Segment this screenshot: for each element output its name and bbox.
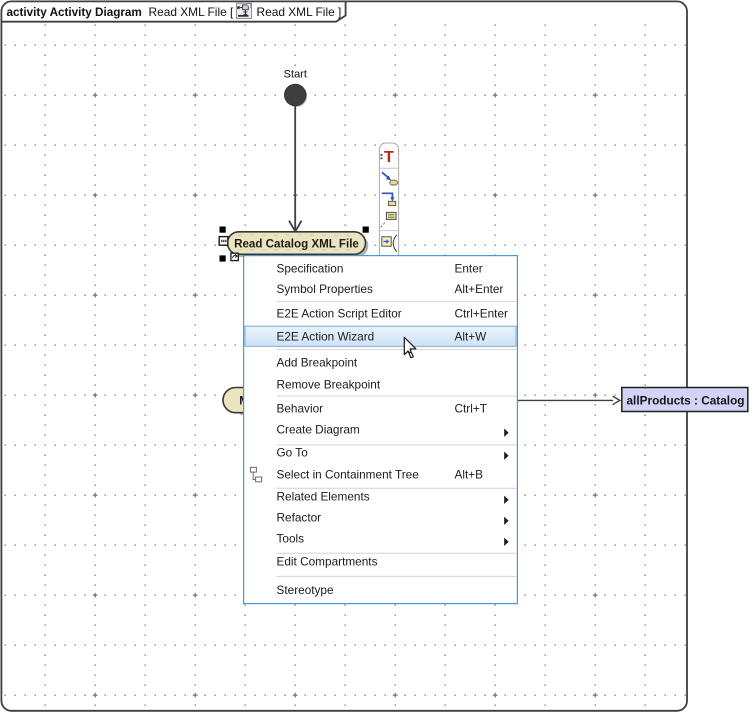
svg-text:Specification: Specification [277, 261, 344, 275]
svg-text:Symbol Properties: Symbol Properties [277, 282, 373, 296]
svg-text:Remove Breakpoint: Remove Breakpoint [277, 377, 381, 391]
svg-text:Alt+W: Alt+W [455, 329, 488, 343]
svg-text:Related Elements: Related Elements [277, 490, 370, 504]
svg-text:Alt+B: Alt+B [455, 467, 484, 481]
svg-text:Ctrl+T: Ctrl+T [455, 401, 487, 415]
svg-text:Create Diagram: Create Diagram [277, 422, 360, 436]
svg-text:Stereotype: Stereotype [277, 583, 334, 597]
svg-text:Add Breakpoint: Add Breakpoint [277, 356, 358, 370]
svg-text:Behavior: Behavior [277, 401, 324, 415]
svg-text:E2E Action Wizard: E2E Action Wizard [277, 329, 375, 343]
svg-text:Refactor: Refactor [277, 511, 322, 525]
svg-text:Alt+Enter: Alt+Enter [455, 282, 504, 296]
svg-text:Ctrl+Enter: Ctrl+Enter [455, 307, 509, 321]
svg-text:Go To: Go To [277, 445, 309, 459]
svg-text:E2E Action Script Editor: E2E Action Script Editor [277, 307, 402, 321]
svg-text:Enter: Enter [455, 261, 483, 275]
svg-text:Tools: Tools [277, 532, 305, 546]
svg-text:Edit Compartments: Edit Compartments [277, 555, 378, 569]
svg-text:Select in Containment Tree: Select in Containment Tree [277, 467, 420, 481]
